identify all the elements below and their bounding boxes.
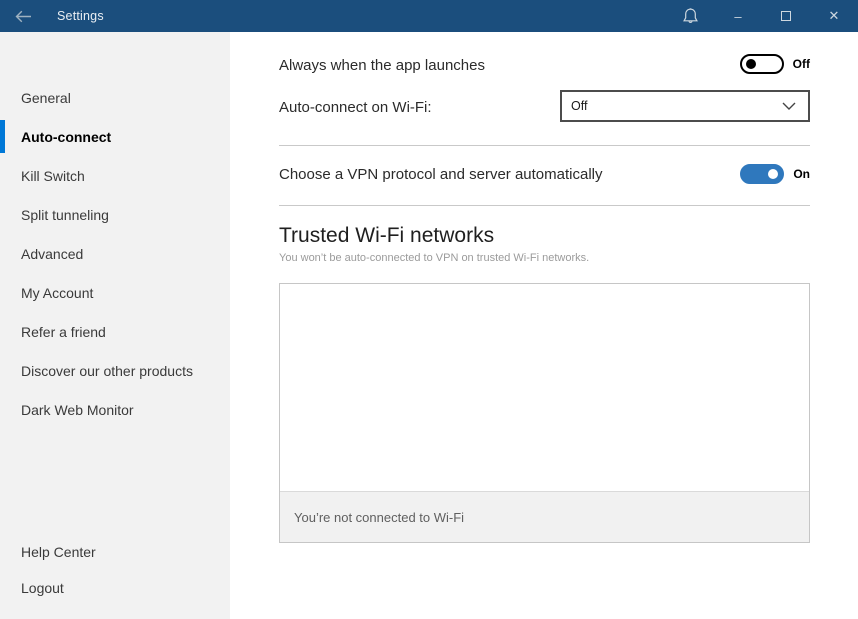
sidebar-item-refer-a-friend[interactable]: Refer a friend [0, 312, 230, 351]
sidebar-item-label: Advanced [21, 246, 83, 262]
sidebar-item-help-center[interactable]: Help Center [0, 534, 230, 570]
divider [279, 145, 810, 146]
auto-connect-settings-panel: Always when the app launches Off Auto-co… [279, 32, 810, 619]
toggle-state-label: On [793, 167, 810, 181]
divider [279, 205, 810, 206]
sidebar-item-label: Kill Switch [21, 168, 85, 184]
wifi-status-message: You’re not connected to Wi-Fi [294, 510, 464, 525]
sidebar-item-general[interactable]: General [0, 78, 230, 117]
toggle-switch-off[interactable] [740, 54, 784, 74]
toggle-state-label: Off [793, 57, 810, 71]
protocol-toggle[interactable]: On [740, 164, 810, 184]
toggle-knob [768, 169, 778, 179]
sidebar-nav: General Auto-connect Kill Switch Split t… [0, 78, 230, 429]
trusted-networks-status-bar: You’re not connected to Wi-Fi [280, 491, 809, 542]
toggle-switch-on[interactable] [740, 164, 784, 184]
sidebar-item-label: Refer a friend [21, 324, 106, 340]
dropdown-selected-value: Off [571, 99, 587, 113]
back-arrow-icon [15, 10, 32, 23]
toggle-knob [746, 59, 756, 69]
sidebar-item-label: Split tunneling [21, 207, 109, 223]
close-button[interactable]: ✕ [810, 0, 858, 32]
sidebar-item-advanced[interactable]: Advanced [0, 234, 230, 273]
trusted-networks-title: Trusted Wi-Fi networks [279, 224, 494, 248]
sidebar-item-label: Dark Web Monitor [21, 402, 134, 418]
sidebar-item-kill-switch[interactable]: Kill Switch [0, 156, 230, 195]
sidebar-item-label: General [21, 90, 71, 106]
sidebar-item-label: Logout [21, 580, 64, 596]
close-icon: ✕ [829, 8, 840, 24]
sidebar-item-auto-connect[interactable]: Auto-connect [0, 117, 230, 156]
launch-toggle[interactable]: Off [740, 54, 810, 74]
settings-sidebar: General Auto-connect Kill Switch Split t… [0, 32, 230, 619]
notifications-button[interactable] [666, 0, 714, 32]
minimize-icon: – [734, 9, 741, 24]
sidebar-item-dark-web-monitor[interactable]: Dark Web Monitor [0, 390, 230, 429]
launch-toggle-label: Always when the app launches [279, 57, 485, 74]
sidebar-item-logout[interactable]: Logout [0, 570, 230, 606]
back-button[interactable] [0, 0, 46, 32]
sidebar-item-label: Discover our other products [21, 363, 193, 379]
minimize-button[interactable]: – [714, 0, 762, 32]
protocol-toggle-label: Choose a VPN protocol and server automat… [279, 166, 603, 183]
sidebar-item-label: Auto-connect [21, 129, 111, 145]
titlebar: Settings – ✕ [0, 0, 858, 32]
selected-indicator [0, 120, 5, 153]
sidebar-item-split-tunneling[interactable]: Split tunneling [0, 195, 230, 234]
maximize-icon [781, 11, 791, 21]
wifi-autoconnect-dropdown[interactable]: Off [560, 90, 810, 122]
window-title: Settings [57, 9, 104, 23]
trusted-networks-list[interactable]: You’re not connected to Wi-Fi [279, 283, 810, 543]
maximize-button[interactable] [762, 0, 810, 32]
trusted-networks-description: You won’t be auto-connected to VPN on tr… [279, 252, 589, 264]
sidebar-footer: Help Center Logout [0, 534, 230, 606]
bell-icon [682, 7, 699, 26]
wifi-dropdown-label: Auto-connect on Wi-Fi: [279, 99, 432, 116]
chevron-down-icon [782, 102, 796, 110]
sidebar-item-label: Help Center [21, 544, 96, 560]
sidebar-item-my-account[interactable]: My Account [0, 273, 230, 312]
sidebar-item-label: My Account [21, 285, 93, 301]
sidebar-item-discover-products[interactable]: Discover our other products [0, 351, 230, 390]
